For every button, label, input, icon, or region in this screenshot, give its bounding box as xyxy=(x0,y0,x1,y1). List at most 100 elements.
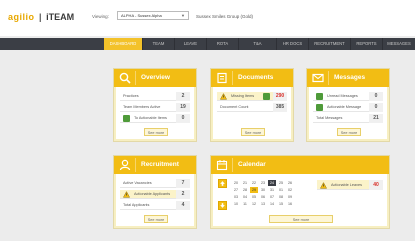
calendar-next-button[interactable] xyxy=(218,201,227,210)
header-divider xyxy=(232,71,233,85)
calendar-day[interactable]: 21 xyxy=(241,180,249,186)
calendar-day[interactable]: 10 xyxy=(232,201,240,207)
logo-separator: | xyxy=(39,12,42,22)
row-value: 2 xyxy=(176,92,190,101)
row-value: 290 xyxy=(273,92,287,101)
documents-icon xyxy=(217,72,227,84)
calendar-day[interactable]: 31 xyxy=(268,187,276,193)
calendar-day[interactable]: 15 xyxy=(277,201,285,207)
top-bar: agilio | iTEAM Viewing: ALPHA - Sussex A… xyxy=(0,0,415,36)
row-label: Total Applicants xyxy=(123,203,150,207)
check-icon xyxy=(316,104,323,116)
messages-row-unread[interactable]: Unread Messages 0 xyxy=(313,92,383,105)
nav-recruitment[interactable]: RECRUITMENT xyxy=(308,38,350,50)
warning-icon xyxy=(220,93,227,100)
recruitment-row-total[interactable]: Total Applicants 4 xyxy=(120,201,190,210)
header-divider xyxy=(135,158,136,172)
calendar-see-more-button[interactable]: See more xyxy=(269,215,333,223)
calendar-day[interactable]: 13 xyxy=(259,201,267,207)
overview-header: Overview xyxy=(114,69,196,87)
calendar-day[interactable]: 06 xyxy=(259,194,267,200)
calendar-day[interactable]: 25 xyxy=(277,180,285,186)
warning-icon xyxy=(320,181,327,189)
overview-see-more-button[interactable]: See more xyxy=(144,128,168,136)
app-logo[interactable]: agilio | iTEAM xyxy=(8,12,74,22)
calendar-day[interactable]: 23 xyxy=(259,180,267,186)
calendar-header: Calendar xyxy=(211,156,389,174)
documents-row-missing[interactable]: Missing Items 290 xyxy=(217,92,287,101)
row-value: 0 xyxy=(369,92,383,101)
row-value: 2 xyxy=(176,190,190,199)
row-label: Missing Items xyxy=(231,94,255,98)
nav-team[interactable]: TEAM xyxy=(142,38,174,50)
row-value: 21 xyxy=(369,114,383,123)
header-divider xyxy=(328,71,329,85)
calendar-day-leave[interactable]: 29 xyxy=(250,187,258,193)
calendar-day[interactable]: 08 xyxy=(277,194,285,200)
calendar-day[interactable]: 30 xyxy=(259,187,267,193)
recruitment-row-vacancies[interactable]: Active Vacancies 7 xyxy=(120,179,190,188)
calendar-day-today[interactable]: 24 xyxy=(268,180,276,186)
messages-row-actionable[interactable]: Actionable Message 0 xyxy=(313,103,383,116)
nav-reports[interactable]: REPORTS xyxy=(350,38,382,50)
overview-card: Overview Practices 2 Team Members Active… xyxy=(113,68,197,142)
row-value: 19 xyxy=(176,103,190,112)
overview-row-team-members[interactable]: Team Members Active 19 xyxy=(120,103,190,112)
recruitment-see-more-button[interactable]: See more xyxy=(144,215,168,223)
nav-t-and-a[interactable]: T&A xyxy=(238,38,276,50)
overview-title: Overview xyxy=(141,74,170,81)
nav-dashboard[interactable]: DASHBOARD xyxy=(104,38,142,50)
documents-row-count[interactable]: Document Count 385 xyxy=(217,103,287,112)
calendar-row-actionable-leaves[interactable]: Actionable Leaves 40 xyxy=(317,180,383,190)
row-label: Document Count xyxy=(220,105,249,109)
overview-row-actionable[interactable]: To Actionable Items 0 xyxy=(120,114,190,127)
viewing-label: Viewing: xyxy=(92,14,109,19)
calendar-day[interactable]: 02 xyxy=(286,187,294,193)
calendar-day[interactable]: 16 xyxy=(286,201,294,207)
calendar-day[interactable]: 28 xyxy=(241,187,249,193)
recruitment-row-actionable[interactable]: Actionable Applicants 2 xyxy=(120,190,190,199)
messages-see-more-button[interactable]: See more xyxy=(337,128,361,136)
calendar-day[interactable]: 14 xyxy=(268,201,276,207)
documents-header: Documents xyxy=(211,69,293,87)
calendar-day[interactable]: 07 xyxy=(268,194,276,200)
calendar-day[interactable]: 20 xyxy=(232,180,240,186)
documents-see-more-button[interactable]: See more xyxy=(241,128,265,136)
row-value: 40 xyxy=(369,180,383,190)
overview-row-practices[interactable]: Practices 2 xyxy=(120,92,190,101)
arrow-up-icon xyxy=(220,181,225,186)
calendar-day[interactable]: 11 xyxy=(241,201,249,207)
calendar-day[interactable]: 03 xyxy=(232,194,240,200)
row-label: Actionable Applicants xyxy=(134,192,171,196)
row-label: Active Vacancies xyxy=(123,181,152,185)
nav-rota[interactable]: ROTA xyxy=(206,38,238,50)
check-icon xyxy=(123,115,130,127)
user-icon xyxy=(119,159,131,171)
search-icon xyxy=(119,72,131,84)
site-select[interactable]: ALPHA - Sussex Alpha ▼ xyxy=(117,11,189,20)
calendar-day[interactable]: 12 xyxy=(250,201,258,207)
group-name: Sussex Smiles Group (Gold) xyxy=(196,14,254,19)
messages-header: Messages xyxy=(307,69,389,87)
calendar-day[interactable]: 01 xyxy=(277,187,285,193)
messages-title: Messages xyxy=(334,74,366,81)
nav-leave[interactable]: LEAVE xyxy=(174,38,206,50)
chevron-down-icon: ▼ xyxy=(181,13,185,18)
documents-card: Documents Missing Items 290 Document Cou… xyxy=(210,68,294,142)
calendar-day[interactable]: 22 xyxy=(250,180,258,186)
calendar-day[interactable]: 09 xyxy=(286,194,294,200)
calendar-prev-button[interactable] xyxy=(218,179,227,188)
calendar-day[interactable]: 05 xyxy=(250,194,258,200)
nav-messages[interactable]: MESSAGES xyxy=(382,38,415,50)
calendar-day[interactable]: 26 xyxy=(286,180,294,186)
calendar-day[interactable]: 04 xyxy=(241,194,249,200)
row-value: 7 xyxy=(176,179,190,188)
site-select-value: ALPHA - Sussex Alpha xyxy=(121,13,162,18)
logo-product: iTEAM xyxy=(46,12,75,22)
calendar-day[interactable]: 27 xyxy=(232,187,240,193)
nav-hr-docs[interactable]: HR DOCS xyxy=(276,38,308,50)
row-label: Practices xyxy=(123,94,139,98)
messages-row-total[interactable]: Total Messages 21 xyxy=(313,114,383,123)
row-value: 4 xyxy=(176,201,190,210)
recruitment-title: Recruitment xyxy=(141,161,179,168)
